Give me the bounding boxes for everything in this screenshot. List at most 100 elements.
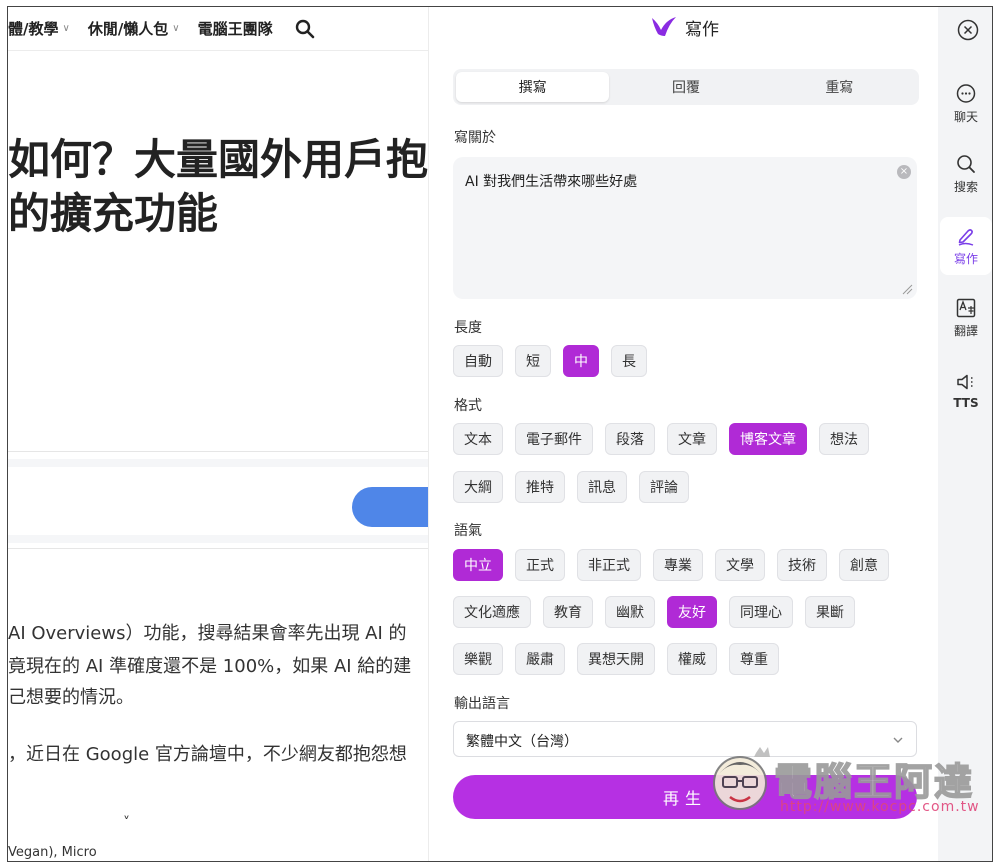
topic-label: 寫關於 <box>454 130 496 146</box>
tone-option-friendly[interactable]: 友好 <box>667 596 717 628</box>
close-icon[interactable] <box>957 19 979 41</box>
tone-option[interactable]: 尊重 <box>729 643 779 675</box>
nav-item-tutorial[interactable]: 體/教學 ∨ <box>8 18 70 39</box>
output-language-label: 輸出語言 <box>454 696 510 712</box>
search-icon[interactable] <box>295 19 315 39</box>
blue-button[interactable] <box>352 487 438 527</box>
tab-reply[interactable]: 回覆 <box>609 72 762 102</box>
rail-item-write[interactable]: 寫作 <box>940 217 992 275</box>
tone-option[interactable]: 樂觀 <box>453 643 503 675</box>
length-option-medium[interactable]: 中 <box>563 345 599 377</box>
article-paragraph-line: Vegan), Micro <box>8 845 97 860</box>
format-option[interactable]: 大綱 <box>453 471 503 503</box>
speaker-icon <box>957 374 973 389</box>
divider <box>8 451 438 452</box>
rail-item-label: 寫作 <box>953 252 978 266</box>
article-paragraph-line: ，近日在 Google 官方論壇中，不少網友都抱怨想 <box>8 744 407 765</box>
format-option[interactable]: 推特 <box>515 471 565 503</box>
resize-handle-icon[interactable] <box>901 283 913 295</box>
translate-icon <box>956 298 976 318</box>
nav-item-leisure[interactable]: 休閒/懶人包 ∨ <box>88 18 180 39</box>
article-headline: 如何？大量國外用戶抱 的擴充功能 <box>8 133 428 241</box>
pen-icon <box>958 229 974 246</box>
format-options: 大綱 推特 訊息 評論 <box>453 471 701 503</box>
article-paragraph-line: 己想要的情況。 <box>8 687 134 708</box>
tone-option[interactable]: 文化適應 <box>453 596 531 628</box>
topic-textarea[interactable]: AI 對我們生活帶來哪些好處 × <box>453 157 917 299</box>
article-paragraph-line: AI Overviews）功能，搜尋結果會率先出現 AI 的 <box>8 623 407 644</box>
length-option-long[interactable]: 長 <box>611 345 647 377</box>
rail-item-label: 翻譯 <box>953 324 978 338</box>
format-option-blog[interactable]: 博客文章 <box>729 423 807 455</box>
app-logo-icon <box>652 17 676 36</box>
watermark-url: http://www.kocpc.com.tw <box>780 799 980 815</box>
site-top-nav: 體/教學 ∨ 休閒/懶人包 ∨ 電腦王團隊 <box>8 7 438 51</box>
tone-option[interactable]: 同理心 <box>729 596 793 628</box>
tone-option[interactable]: 果斷 <box>805 596 855 628</box>
tone-option[interactable]: 創意 <box>839 549 889 581</box>
headline-line: 的擴充功能 <box>8 189 219 238</box>
format-option[interactable]: 訊息 <box>577 471 627 503</box>
format-option[interactable]: 段落 <box>605 423 655 455</box>
right-sidebar-rail: 聊天 搜索 寫作 翻譯 TTS <box>938 7 992 861</box>
nav-label: 體/教學 <box>8 20 59 38</box>
band-card <box>8 467 438 535</box>
tone-options: 中立 正式 非正式 專業 文學 技術 創意 <box>453 549 901 581</box>
tone-option[interactable]: 嚴肅 <box>515 643 565 675</box>
tone-option[interactable]: 非正式 <box>577 549 641 581</box>
length-options: 自動 短 中 長 <box>453 345 659 377</box>
writing-panel: 寫作 撰寫 回覆 重寫 寫關於 AI 對我們生活帶來哪些好處 × 長度 自動 短… <box>428 7 939 861</box>
tab-rewrite[interactable]: 重寫 <box>763 72 916 102</box>
format-option[interactable]: 文本 <box>453 423 503 455</box>
chevron-down-icon[interactable]: ˅ <box>123 815 130 831</box>
divider <box>8 548 438 549</box>
search-icon <box>957 155 975 173</box>
tab-compose[interactable]: 撰寫 <box>456 72 610 102</box>
format-option[interactable]: 電子郵件 <box>515 423 593 455</box>
tone-option[interactable]: 幽默 <box>605 596 655 628</box>
panel-header: 寫作 <box>429 7 939 47</box>
chevron-down-icon: ∨ <box>62 23 70 34</box>
format-options: 文本 電子郵件 段落 文章 博客文章 想法 <box>453 423 881 455</box>
tone-option[interactable]: 教育 <box>543 596 593 628</box>
nav-item-team[interactable]: 電腦王團隊 <box>198 18 273 39</box>
tone-options: 樂觀 嚴肅 異想天開 權威 尊重 <box>453 643 791 675</box>
watermark-title: 電腦王阿達 <box>773 759 975 805</box>
nav-label: 電腦王團隊 <box>197 20 273 38</box>
tone-option[interactable]: 技術 <box>777 549 827 581</box>
length-option-auto[interactable]: 自動 <box>453 345 503 377</box>
mascot-face-icon <box>713 747 770 810</box>
tone-option[interactable]: 權威 <box>667 643 717 675</box>
nav-label: 休閒/懶人包 <box>87 20 169 38</box>
rail-item-chat[interactable]: 聊天 <box>940 75 992 133</box>
headline-line: 如何？大量國外用戶抱 <box>8 135 429 184</box>
tone-option[interactable]: 異想天開 <box>577 643 655 675</box>
tone-options: 文化適應 教育 幽默 友好 同理心 果斷 <box>453 596 867 628</box>
length-option-short[interactable]: 短 <box>515 345 551 377</box>
format-option[interactable]: 評論 <box>639 471 689 503</box>
background-webpage: 體/教學 ∨ 休閒/懶人包 ∨ 電腦王團隊 如何？大量國外用戶抱 的擴充功能 A… <box>8 7 438 861</box>
length-label: 長度 <box>454 320 482 336</box>
rail-item-label: TTS <box>953 395 979 410</box>
tone-label: 語氣 <box>454 523 482 539</box>
mode-tabs: 撰寫 回覆 重寫 <box>453 69 919 105</box>
format-option[interactable]: 文章 <box>667 423 717 455</box>
format-label: 格式 <box>454 398 482 414</box>
rail-item-search[interactable]: 搜索 <box>940 145 992 203</box>
screenshot-frame: 體/教學 ∨ 休閒/懶人包 ∨ 電腦王團隊 如何？大量國外用戶抱 的擴充功能 A… <box>7 6 993 862</box>
rail-item-label: 聊天 <box>953 110 978 124</box>
tone-option[interactable]: 文學 <box>715 549 765 581</box>
clear-icon[interactable]: × <box>897 165 911 179</box>
tone-option[interactable]: 專業 <box>653 549 703 581</box>
tone-option[interactable]: 正式 <box>515 549 565 581</box>
rail-item-tts[interactable]: TTS <box>940 361 992 419</box>
topic-value: AI 對我們生活帶來哪些好處 <box>465 174 638 190</box>
chevron-down-icon: ∨ <box>172 23 180 34</box>
tone-option-neutral[interactable]: 中立 <box>453 549 503 581</box>
format-option[interactable]: 想法 <box>819 423 869 455</box>
article-paragraph-line: 竟現在的 AI 準確度還不是 100%，如果 AI 給的建 <box>8 656 412 677</box>
chat-icon <box>956 84 976 103</box>
output-language-value: 繁體中文（台灣） <box>466 734 578 750</box>
page-band <box>8 459 438 543</box>
rail-item-translate[interactable]: 翻譯 <box>940 289 992 347</box>
